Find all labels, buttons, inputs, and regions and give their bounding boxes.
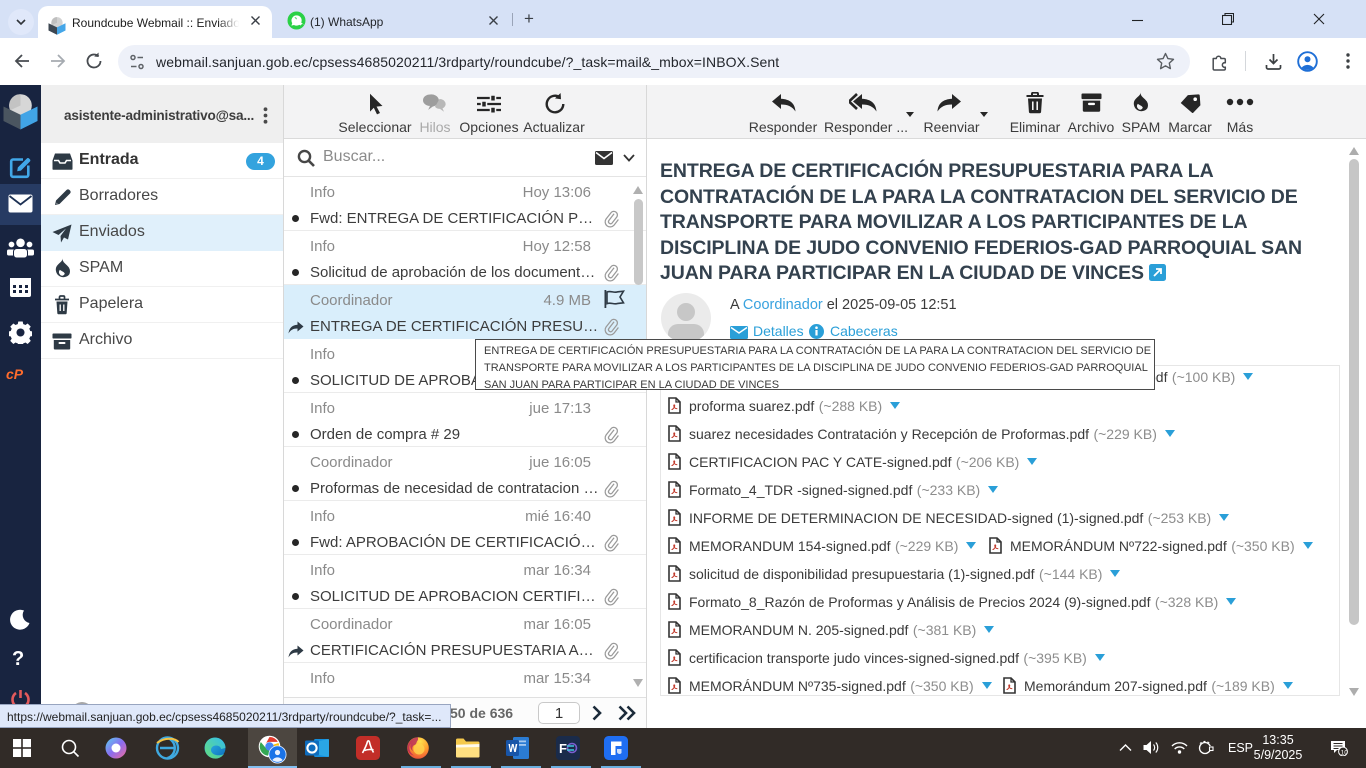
svg-text:10: 10 — [1341, 750, 1348, 757]
svg-text:cP: cP — [6, 366, 24, 382]
svg-text:F: F — [559, 741, 567, 756]
